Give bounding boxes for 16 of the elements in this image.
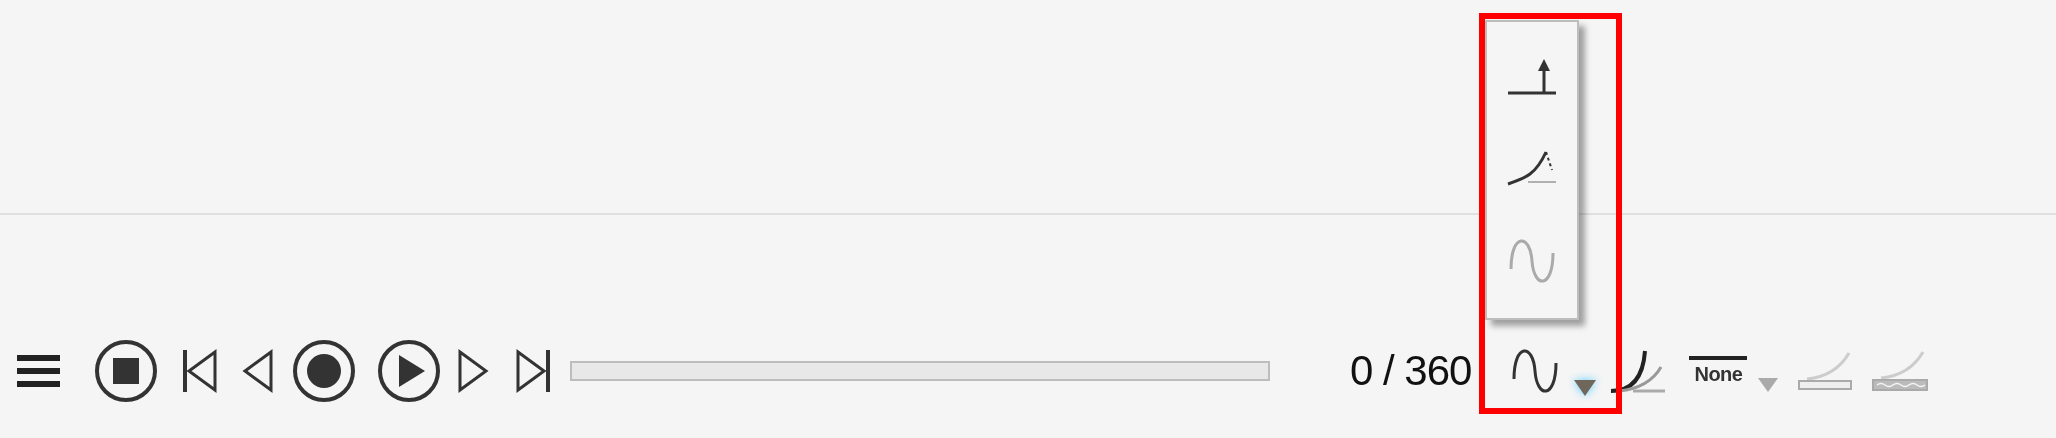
- skip-to-start-button[interactable]: [182, 349, 218, 393]
- frame-counter: 0 / 360: [1350, 347, 1472, 395]
- play-button[interactable]: [377, 339, 441, 403]
- step-forward-button[interactable]: [457, 349, 489, 393]
- sine-wave-icon: [1508, 238, 1556, 283]
- menu-icon[interactable]: [17, 355, 60, 387]
- step-arrow-icon: [1506, 57, 1558, 98]
- record-button[interactable]: [292, 339, 356, 403]
- sine-wave-icon[interactable]: [1511, 349, 1560, 393]
- step-back-button[interactable]: [242, 349, 274, 393]
- dropdown-caret-icon[interactable]: [1573, 379, 1598, 397]
- progress-slider[interactable]: [570, 361, 1270, 381]
- none-curve-button[interactable]: None: [1689, 356, 1748, 386]
- curve-fan-icon[interactable]: [1609, 349, 1668, 393]
- stop-button[interactable]: [94, 339, 158, 403]
- skip-to-end-button[interactable]: [515, 349, 551, 393]
